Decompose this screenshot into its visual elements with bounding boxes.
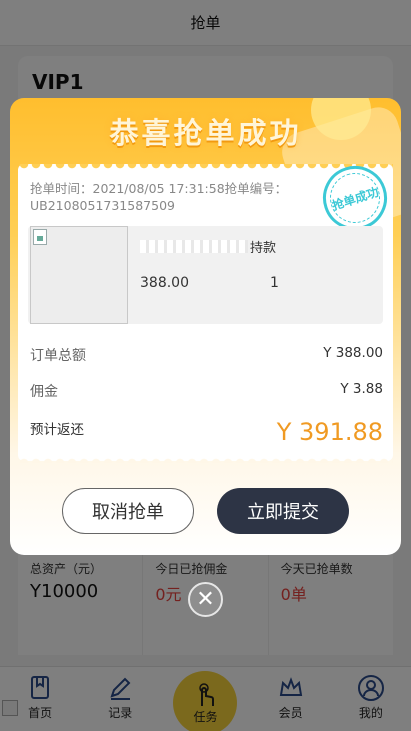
order-total-label: 订单总额 xyxy=(30,348,86,364)
product-image xyxy=(30,226,128,324)
commission-row: 佣金 Y 3.88 xyxy=(30,381,383,401)
product-name: 持款 xyxy=(250,241,277,256)
stamp-text: 抢单成功 xyxy=(323,166,387,230)
order-meta: 抢单时间：2021/08/05 17:31:58抢单编号：UB210805173… xyxy=(30,181,288,213)
order-total-value: Y 388.00 xyxy=(323,345,383,361)
estimated-return-value: Y 391.88 xyxy=(276,418,383,446)
product-name-masked xyxy=(140,240,248,253)
estimated-return-label: 预计返还 xyxy=(30,422,84,438)
product-price: 388.00 xyxy=(140,275,189,291)
product-card: 持款 388.00 1 xyxy=(28,226,383,324)
commission-label: 佣金 xyxy=(30,384,58,400)
estimated-return-row: 预计返还 Y 391.88 xyxy=(30,418,383,446)
submit-order-button[interactable]: 立即提交 xyxy=(217,488,349,534)
commission-value: Y 3.88 xyxy=(340,381,383,397)
cancel-order-button[interactable]: 取消抢单 xyxy=(62,488,194,534)
order-success-modal: 恭喜抢单成功 抢单时间：2021/08/05 17:31:58抢单编号：UB21… xyxy=(10,98,401,555)
broken-image-icon xyxy=(33,229,47,245)
product-quantity: 1 xyxy=(270,275,279,291)
close-icon[interactable]: ✕ xyxy=(188,582,223,617)
order-total-row: 订单总额 Y 388.00 xyxy=(30,345,383,365)
modal-title: 恭喜抢单成功 xyxy=(109,116,302,150)
